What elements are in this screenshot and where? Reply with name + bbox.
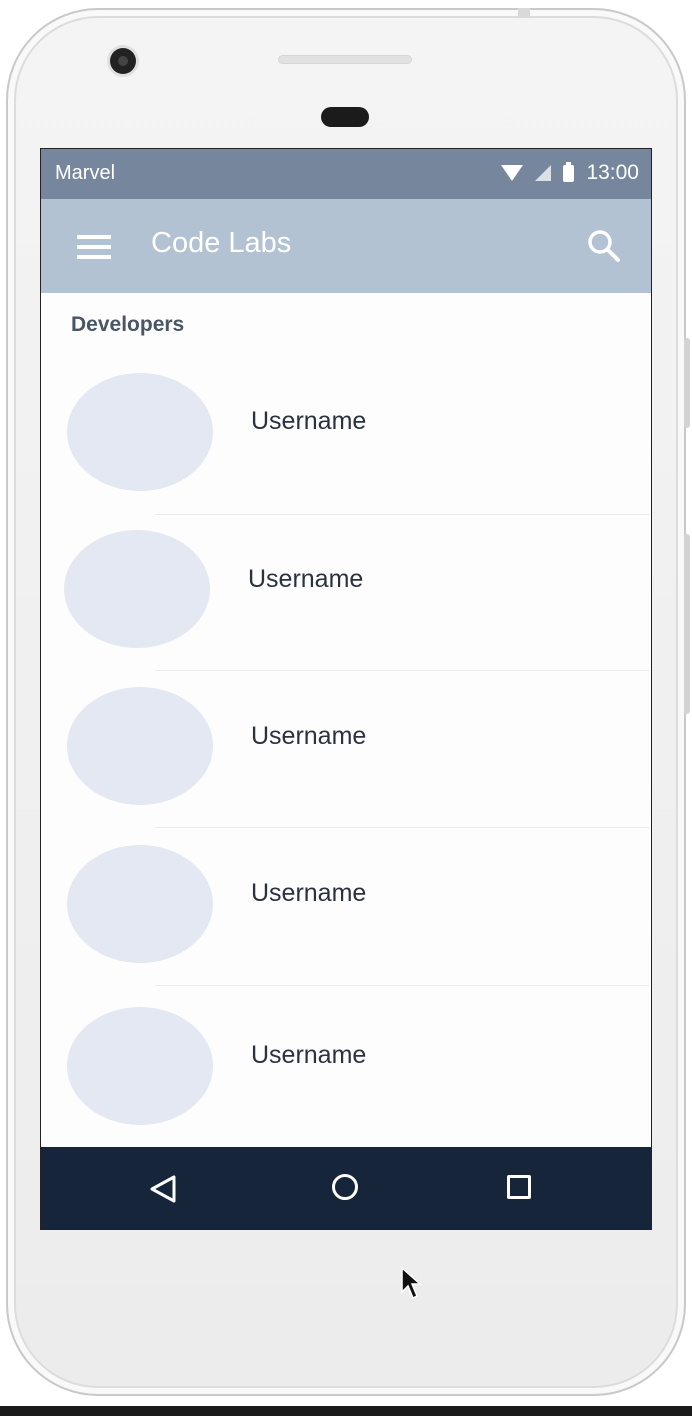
status-icons: 13:00 (501, 161, 639, 185)
list-divider (155, 985, 649, 986)
search-icon[interactable] (587, 229, 621, 263)
username-label: Username (248, 565, 364, 593)
list-item[interactable]: Username (41, 831, 651, 971)
username-label: Username (251, 879, 367, 907)
avatar (67, 845, 213, 963)
section-title: Developers (71, 313, 185, 336)
hamburger-menu-icon[interactable] (77, 235, 111, 259)
phone-side-button-lower (684, 534, 690, 714)
username-label: Username (251, 722, 367, 750)
mouse-cursor-icon (401, 1266, 422, 1300)
list-item[interactable]: Username (41, 674, 651, 814)
bottom-edge (0, 1406, 692, 1416)
list-item[interactable]: Username (41, 993, 651, 1133)
wifi-icon (501, 165, 524, 181)
earpiece (321, 107, 369, 127)
status-time: 13:00 (586, 161, 639, 184)
app-title: Code Labs (151, 227, 292, 259)
app-bar: Code Labs (41, 199, 651, 293)
list-divider (155, 827, 649, 828)
back-icon[interactable] (149, 1175, 177, 1203)
list-item[interactable]: Username (41, 517, 651, 657)
avatar (64, 530, 210, 648)
navigation-bar (41, 1147, 651, 1229)
device-screen: Marvel 13:00 Code Labs Developers Userna… (40, 148, 652, 1230)
top-speaker-grille (278, 55, 412, 64)
list-item[interactable]: Username (41, 359, 651, 499)
list-divider (155, 514, 649, 515)
status-bar: Marvel 13:00 (41, 149, 651, 199)
battery-icon (563, 161, 575, 182)
carrier-name: Marvel (55, 162, 116, 184)
home-icon[interactable] (332, 1174, 358, 1200)
avatar (67, 373, 213, 491)
avatar (67, 1007, 213, 1125)
front-camera (110, 48, 136, 74)
signal-icon (535, 165, 552, 181)
username-label: Username (251, 1041, 367, 1069)
phone-side-button-upper (684, 338, 690, 428)
username-label: Username (251, 407, 367, 435)
avatar (67, 687, 213, 805)
recents-icon[interactable] (507, 1175, 531, 1199)
list-divider (155, 670, 649, 671)
phone-top-tab (518, 8, 530, 18)
